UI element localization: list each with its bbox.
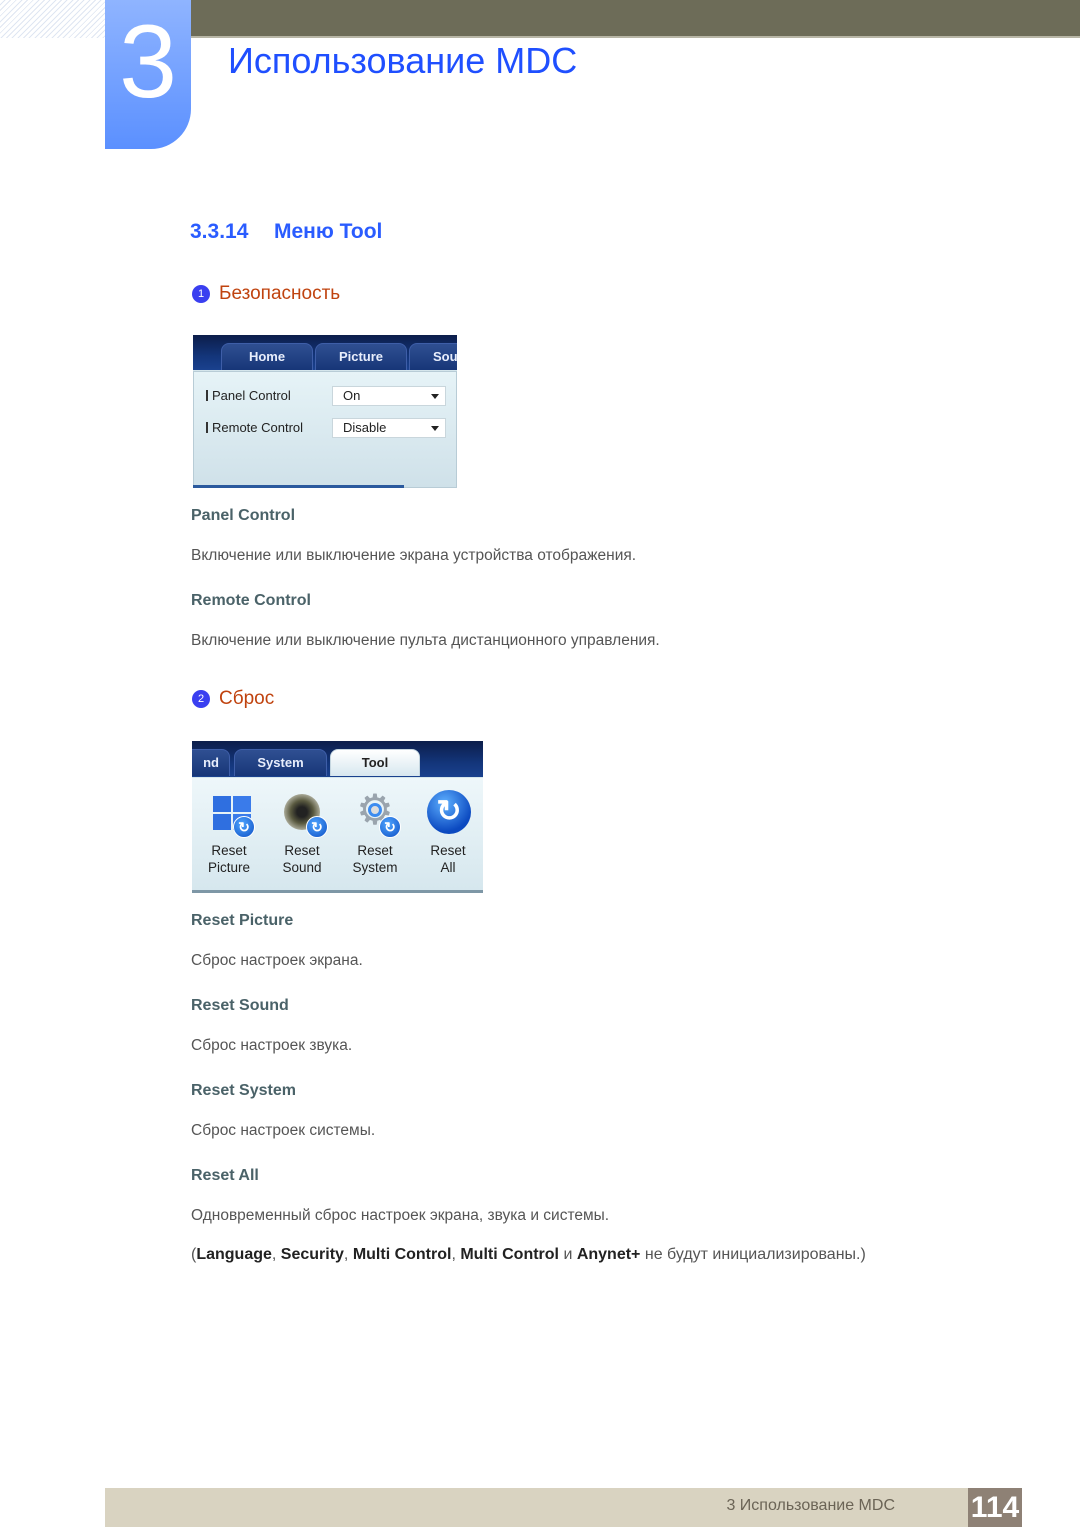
item-label: Remote Control	[191, 592, 311, 609]
tab-tool[interactable]: Tool	[330, 749, 420, 776]
item-description: Сброс настроек звука.	[191, 1037, 353, 1054]
page-footer: 3 Использование MDC 114	[105, 1488, 1022, 1527]
note-term: Multi Control	[460, 1246, 559, 1263]
tab-picture[interactable]: Picture	[315, 343, 407, 370]
security-screenshot: Home Picture Sou Panel Control On Remote…	[193, 335, 457, 488]
panel-control-select[interactable]: On	[332, 386, 446, 406]
remote-control-value: Disable	[343, 420, 387, 435]
item-description: Сброс настроек системы.	[191, 1122, 376, 1139]
refresh-all-icon: ↻	[424, 788, 472, 836]
chapter-title: Использование MDC	[228, 40, 578, 81]
item-label: Panel Control	[191, 507, 296, 524]
speaker-refresh-icon: ↻	[278, 788, 328, 838]
item-description: Сброс настроек экрана.	[191, 952, 363, 969]
item-label: Reset System	[191, 1082, 296, 1099]
tab-bar: Home Picture Sou	[193, 335, 457, 370]
footer-chapter-title: 3 Использование MDC	[726, 1497, 895, 1514]
chapter-tab: 3	[105, 0, 191, 149]
tab-bar: nd System Tool	[192, 741, 483, 777]
reset-screenshot: nd System Tool ↻ Reset Picture ↻ Reset Sou…	[192, 741, 483, 893]
tab-system[interactable]: System	[234, 749, 327, 776]
reset-picture-button[interactable]: ↻ Reset Picture	[194, 788, 264, 876]
reset-note: (Language, Security, Multi Control, Mult…	[191, 1246, 866, 1263]
subsection-heading-reset: 2 Сброс	[192, 688, 274, 710]
header-bar	[190, 0, 1080, 38]
chapter-number: 3	[119, 4, 177, 120]
tab-sound[interactable]: Sou	[409, 343, 457, 370]
panel-bottom-line	[193, 485, 405, 488]
section-name: Меню Tool	[274, 220, 383, 243]
subsection-title: Сброс	[219, 688, 275, 709]
gear-refresh-icon: ⚙ ↻	[351, 788, 401, 838]
remote-control-label: Remote Control	[206, 420, 303, 435]
note-term: Multi Control	[352, 1246, 452, 1263]
tab-command[interactable]: nd	[192, 749, 230, 776]
item-description: Включение или выключение пульта дистанци…	[191, 632, 660, 649]
note-term: Security	[280, 1246, 344, 1263]
subsection-title: Безопасность	[219, 283, 341, 304]
section-number: 3.3.14	[190, 220, 249, 243]
reset-all-button[interactable]: ↻ Reset All	[413, 788, 483, 876]
panel-control-label: Panel Control	[206, 388, 291, 403]
tool-panel: ↻ ResetPicture ↻ ResetSound ⚙ ↻ ResetSys…	[192, 778, 483, 893]
item-description: Включение или выключение экрана устройст…	[191, 547, 637, 564]
item-label: Reset All	[191, 1167, 259, 1184]
page-number: 114	[968, 1488, 1022, 1527]
item-label: Reset Picture	[191, 912, 294, 929]
windows-refresh-icon: ↻	[205, 788, 255, 838]
tab-home[interactable]: Home	[221, 343, 313, 370]
reset-system-button[interactable]: ⚙ ↻ ResetSystem	[340, 788, 410, 876]
step-badge: 2	[192, 690, 210, 708]
note-term: Language	[196, 1246, 272, 1263]
item-description: Одновременный сброс настроек экрана, зву…	[191, 1207, 610, 1224]
panel-control-value: On	[343, 388, 361, 403]
item-label: Reset Sound	[191, 997, 289, 1014]
remote-control-select[interactable]: Disable	[332, 418, 446, 438]
note-term: Anynet+	[576, 1246, 641, 1263]
section-title: 3.3.14 Меню Tool	[190, 220, 382, 244]
settings-panel: Panel Control On Remote Control Disable	[193, 371, 457, 488]
chevron-down-icon	[431, 426, 439, 431]
step-badge: 1	[192, 285, 210, 303]
reset-sound-button[interactable]: ↻ Reset Sound	[267, 788, 337, 876]
chevron-down-icon	[431, 394, 439, 399]
subsection-heading-security: 1 Безопасность	[192, 283, 340, 305]
header-hatch-decoration	[0, 0, 105, 38]
